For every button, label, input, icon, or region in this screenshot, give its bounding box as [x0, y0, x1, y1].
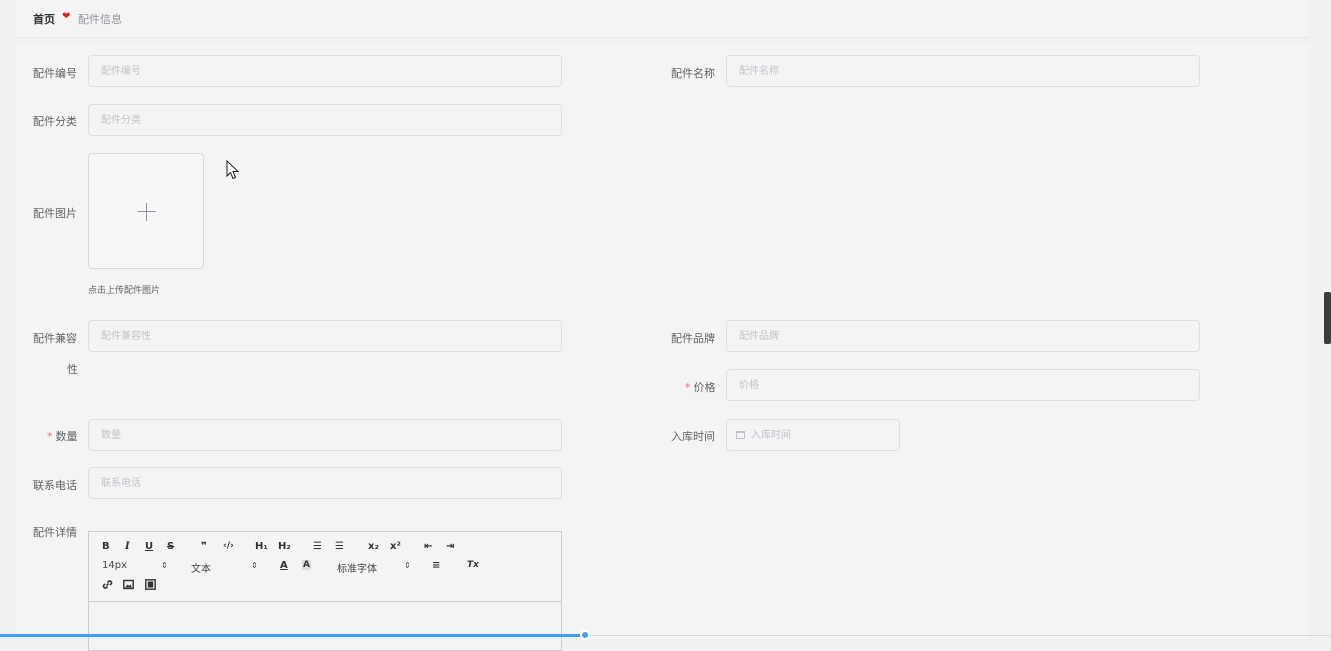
image-label: 配件图片: [33, 207, 77, 220]
name-input[interactable]: [726, 55, 1200, 87]
name-label: 配件名称: [671, 67, 715, 80]
category-input[interactable]: [88, 104, 562, 136]
required-mark: *: [685, 381, 691, 394]
background-color-button[interactable]: A: [302, 560, 311, 570]
bold-button[interactable]: B: [102, 541, 110, 552]
video-icon[interactable]: [145, 579, 156, 593]
compat-label-wrap: 性: [67, 363, 78, 376]
ordered-list-button[interactable]: ☰: [313, 541, 322, 552]
bullet-list-button[interactable]: ☰: [335, 541, 344, 552]
price-input[interactable]: [726, 369, 1200, 401]
editor-toolbar: B I U S ❞ ‹/› H₁ H₂ ☰ ☰ x₂ x² ⇤ ⇥ 14px ⇕…: [89, 532, 561, 602]
link-icon[interactable]: [102, 579, 113, 593]
blockquote-button[interactable]: ❞: [201, 541, 207, 552]
stock-time-picker[interactable]: [726, 419, 900, 451]
brand-label: 配件品牌: [671, 332, 715, 345]
breadcrumb-home[interactable]: 首页: [33, 11, 55, 27]
code-input[interactable]: [88, 55, 562, 87]
breadcrumb-bar: 首页 ❤ 配件信息: [15, 0, 1309, 38]
header-select-arrow-icon: ⇕: [251, 561, 258, 570]
font-select[interactable]: 标准字体: [337, 560, 377, 575]
breadcrumb-current: 配件信息: [78, 13, 122, 26]
italic-button[interactable]: I: [125, 541, 130, 552]
h1-button[interactable]: H₁: [255, 541, 268, 552]
indent-increase-button[interactable]: ⇥: [446, 541, 454, 552]
size-select-arrow-icon: ⇕: [161, 561, 168, 570]
clean-button[interactable]: Tx: [467, 560, 479, 570]
stock-time-input[interactable]: [751, 420, 891, 450]
underline-button[interactable]: U: [145, 541, 153, 552]
strike-button[interactable]: S: [167, 541, 174, 552]
compat-label: 配件兼容: [33, 332, 77, 345]
size-select[interactable]: 14px: [102, 560, 127, 571]
plus-icon: [138, 211, 156, 212]
align-button[interactable]: ≡: [432, 560, 440, 571]
scrollbar-thumb[interactable]: [1324, 292, 1331, 344]
phone-label: 联系电话: [33, 479, 77, 492]
font-select-arrow-icon: ⇕: [404, 561, 411, 570]
code-button[interactable]: ‹/›: [223, 541, 234, 551]
code-label: 配件编号: [33, 67, 77, 80]
upload-tip: 点击上传配件图片: [88, 286, 161, 296]
heart-icon: ❤: [62, 11, 71, 22]
brand-input[interactable]: [726, 320, 1200, 352]
stock-time-label: 入库时间: [671, 430, 715, 443]
image-icon[interactable]: [123, 579, 134, 593]
indent-decrease-button[interactable]: ⇤: [424, 541, 432, 552]
superscript-button[interactable]: x²: [390, 541, 401, 552]
calendar-icon: [736, 431, 745, 439]
font-color-button[interactable]: A: [280, 560, 288, 571]
horizontal-scrollbar[interactable]: [0, 634, 585, 637]
quantity-label: * 数量: [47, 430, 78, 443]
required-mark: *: [47, 430, 53, 443]
image-uploader[interactable]: [88, 153, 204, 269]
h2-button[interactable]: H₂: [278, 541, 291, 552]
subscript-button[interactable]: x₂: [368, 541, 379, 552]
bottom-track: [585, 635, 1331, 636]
category-label: 配件分类: [33, 115, 77, 128]
detail-label: 配件详情: [33, 526, 77, 539]
compat-input[interactable]: [88, 320, 562, 352]
mouse-cursor-icon: [226, 160, 240, 180]
phone-input[interactable]: [88, 467, 562, 499]
quantity-input[interactable]: [88, 419, 562, 451]
rich-text-editor: B I U S ❞ ‹/› H₁ H₂ ☰ ☰ x₂ x² ⇤ ⇥ 14px ⇕…: [88, 531, 562, 651]
price-label: * 价格: [685, 381, 716, 394]
header-select[interactable]: 文本: [191, 560, 211, 575]
